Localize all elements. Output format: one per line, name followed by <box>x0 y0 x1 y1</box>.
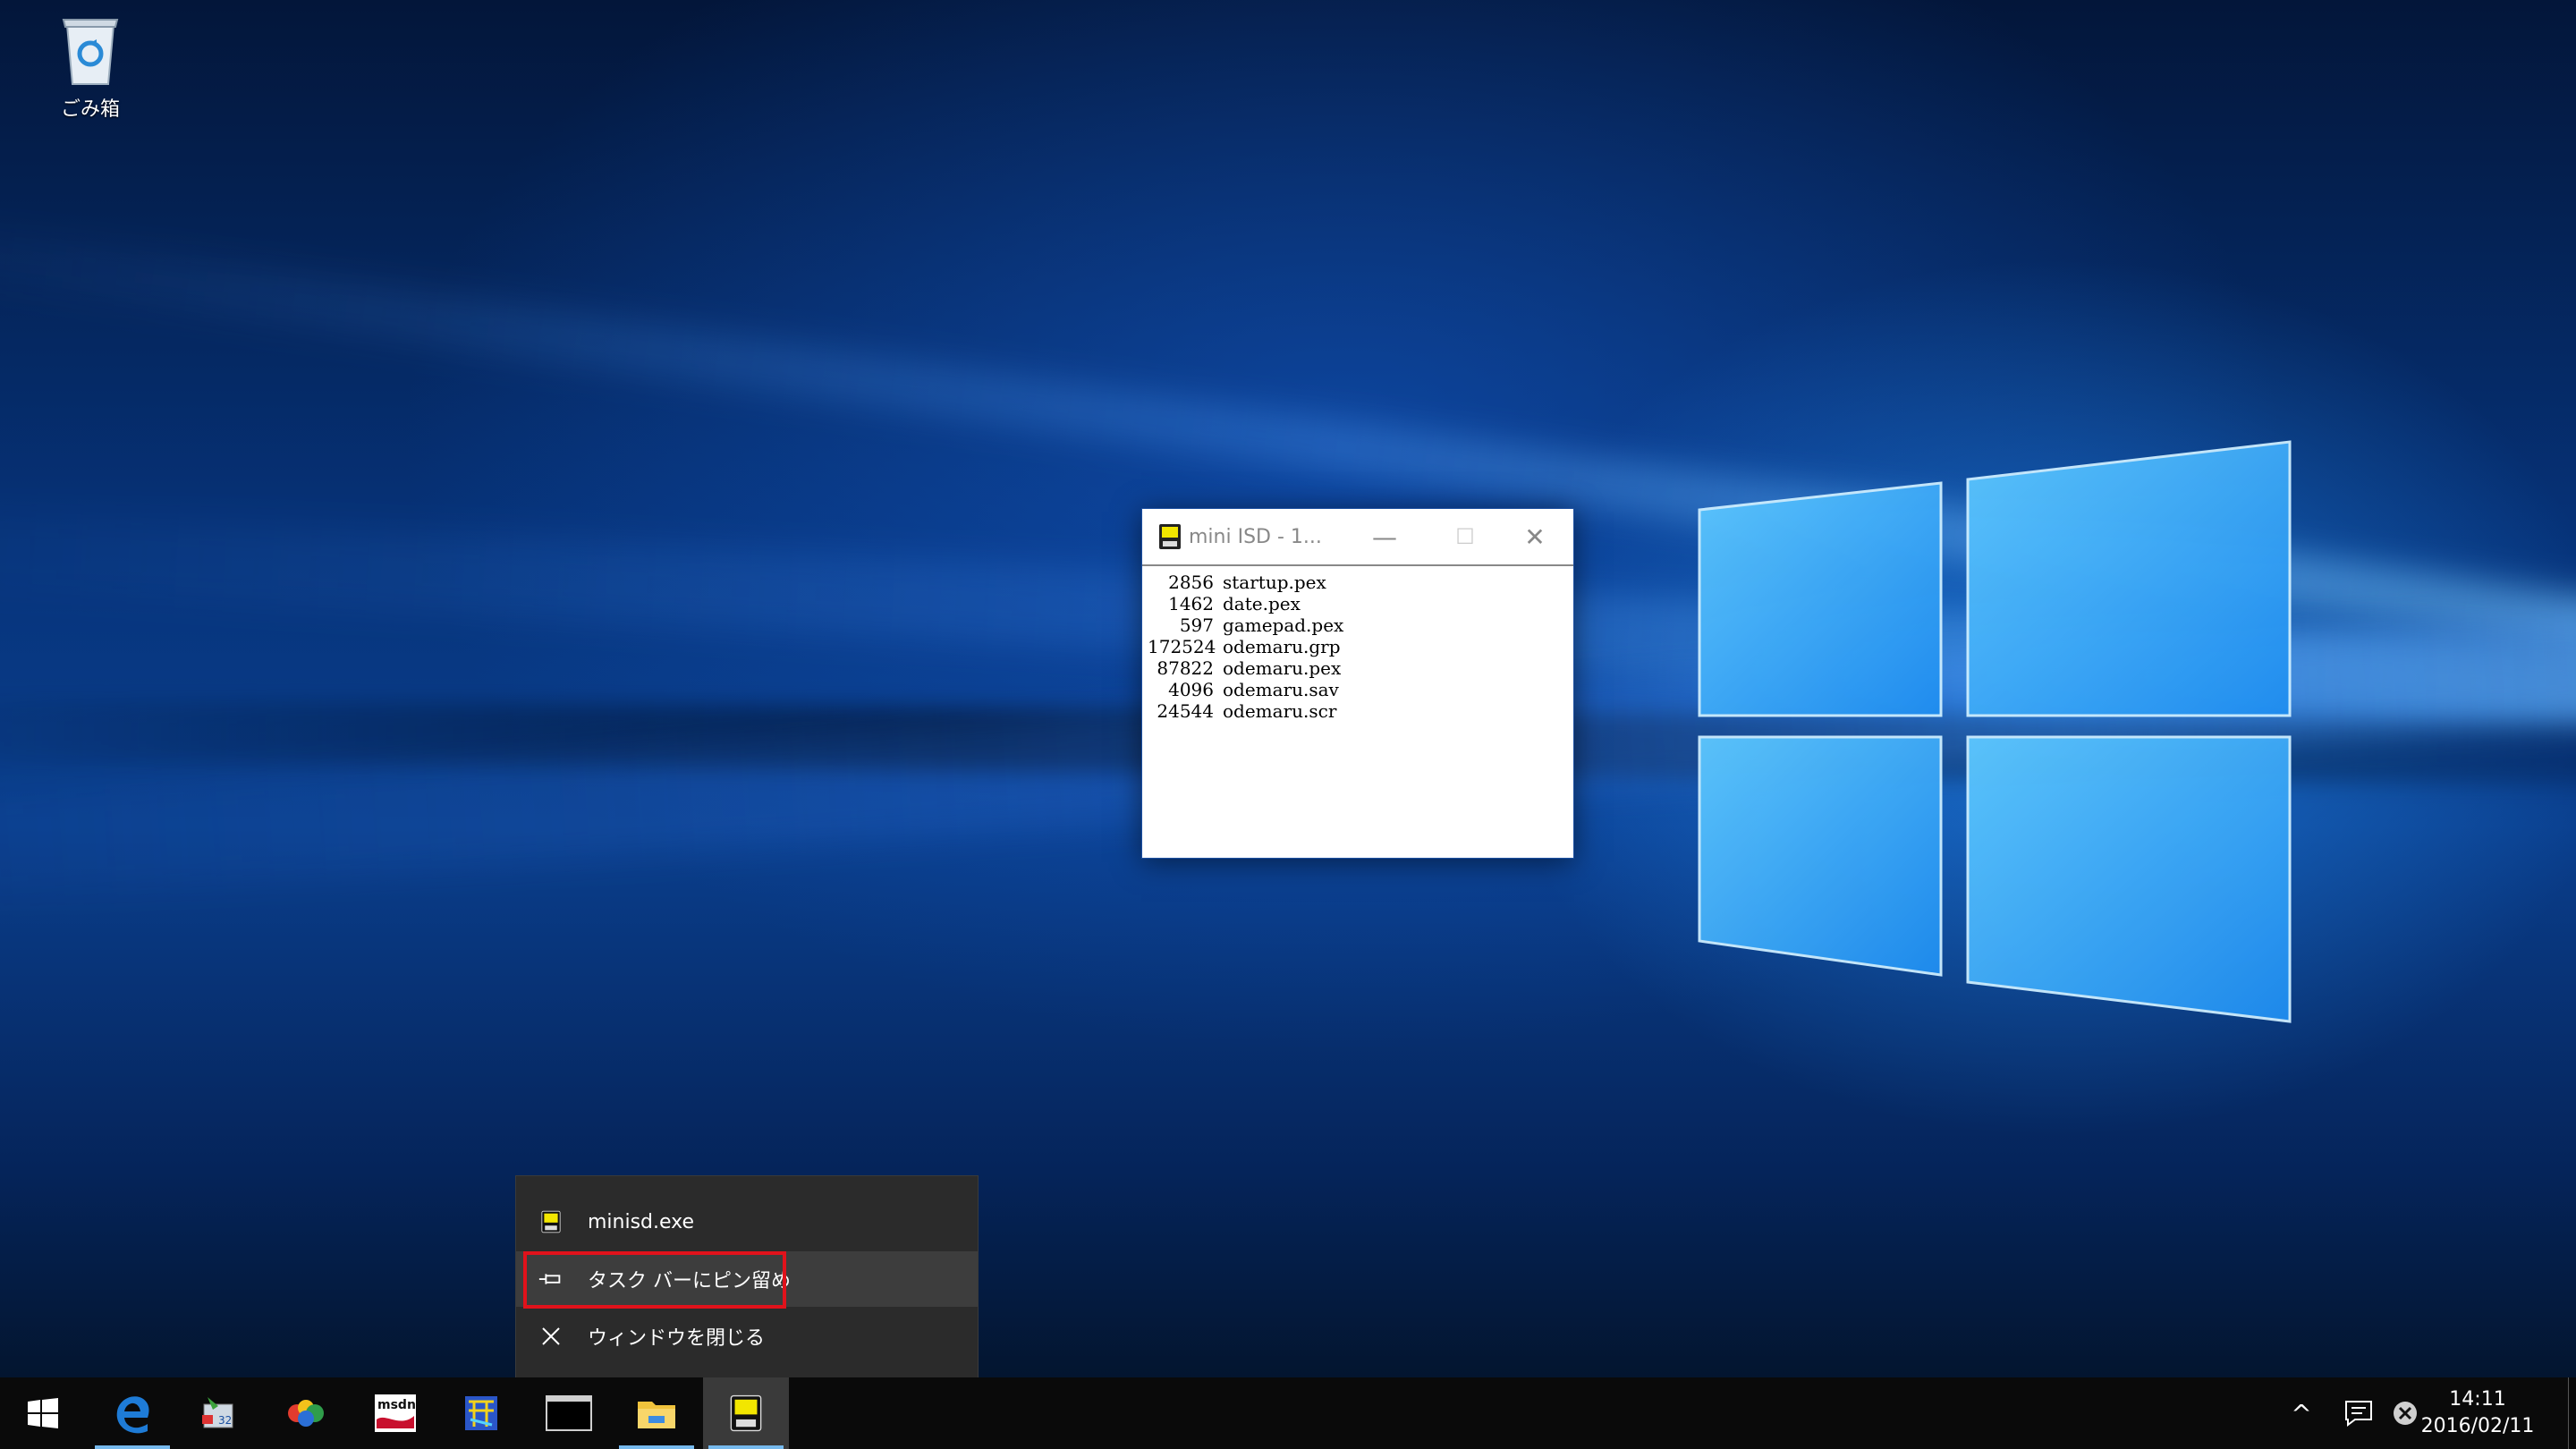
taskbar-msdn[interactable]: msdn <box>352 1377 438 1449</box>
taskbar-jumplist: minisd.exe タスク バーにピン留め ウィンドウを閉じる <box>515 1175 979 1377</box>
file-name: odemaru.grp <box>1223 636 1341 657</box>
taskbar-colorful-app[interactable] <box>263 1377 349 1449</box>
file-row: 2856 startup.pex <box>1148 572 1573 593</box>
file-name: startup.pex <box>1223 572 1326 593</box>
desktop-background: ごみ箱 mini ISD - 1... — ☐ ✕ 2856 startup.pe… <box>0 0 2576 1377</box>
tray-overflow-chevron[interactable]: ^ <box>2279 1377 2324 1449</box>
file-size: 597 <box>1179 614 1214 636</box>
svg-text:32: 32 <box>218 1414 232 1427</box>
svg-text:msdn: msdn <box>377 1398 416 1412</box>
file-row: 172524 odemaru.grp <box>1148 636 1573 657</box>
taskbar-edge[interactable] <box>89 1377 175 1449</box>
file-list: 2856 startup.pex 1462 date.pex 597 gamepad.… <box>1142 566 1573 722</box>
file-row: 1462 date.pex <box>1148 593 1573 614</box>
taskbar-blue-app[interactable] <box>438 1377 524 1449</box>
app-32-icon: 32 <box>202 1397 233 1428</box>
file-name: odemaru.scr <box>1223 700 1337 722</box>
start-windows-icon <box>28 1398 58 1428</box>
console-icon <box>546 1395 592 1431</box>
mini-isd-window[interactable]: mini ISD - 1... — ☐ ✕ 2856 startup.pex 14… <box>1141 508 1574 859</box>
close-icon <box>538 1326 564 1346</box>
recycle-bin-icon <box>62 19 119 85</box>
file-name: odemaru.pex <box>1223 657 1342 679</box>
desktop-icon-recycle-bin[interactable]: ごみ箱 <box>50 11 131 122</box>
msdn-icon: msdn <box>375 1394 416 1432</box>
jumplist-item-close-window[interactable]: ウィンドウを閉じる <box>516 1309 978 1364</box>
file-size: 2856 <box>1168 572 1214 593</box>
file-size: 4096 <box>1168 679 1214 700</box>
file-size: 24544 <box>1157 700 1214 722</box>
taskbar: 32 msdn ^ 14:11 2016/02/11 <box>0 1377 2576 1449</box>
windows-logo-wallpaper <box>1698 440 2292 1023</box>
file-row: 24544 odemaru.scr <box>1148 700 1573 722</box>
clock-time: 14:11 <box>2449 1388 2506 1411</box>
edge-browser-icon <box>116 1396 149 1434</box>
red-highlight-box <box>523 1251 786 1309</box>
minimize-button[interactable]: — <box>1344 509 1425 564</box>
minisd-app-icon <box>730 1394 762 1432</box>
colorful-app-icon <box>288 1400 324 1427</box>
taskbar-app-32[interactable]: 32 <box>175 1377 261 1449</box>
file-name: odemaru.sav <box>1223 679 1339 700</box>
jumplist-item-app[interactable]: minisd.exe <box>516 1194 978 1250</box>
jumplist-item-label: minisd.exe <box>588 1210 695 1233</box>
file-size: 87822 <box>1157 657 1214 679</box>
desktop-icon-label: ごみ箱 <box>60 98 120 121</box>
minisd-app-icon <box>538 1209 564 1234</box>
file-explorer-icon <box>638 1402 675 1428</box>
action-center-icon <box>2345 1401 2372 1427</box>
blue-app-icon <box>465 1396 497 1430</box>
taskbar-console[interactable] <box>526 1377 612 1449</box>
clock-date: 2016/02/11 <box>2420 1415 2535 1437</box>
show-desktop-button[interactable] <box>2568 1377 2576 1449</box>
start-button[interactable] <box>0 1377 86 1449</box>
window-title: mini ISD - 1... <box>1189 525 1322 548</box>
file-name: date.pex <box>1223 593 1301 614</box>
taskbar-file-explorer[interactable] <box>614 1377 699 1449</box>
file-row: 4096 odemaru.sav <box>1148 679 1573 700</box>
taskbar-minisd[interactable] <box>703 1377 789 1449</box>
window-titlebar[interactable]: mini ISD - 1... — ☐ ✕ <box>1142 509 1573 566</box>
action-center-button[interactable] <box>2336 1377 2381 1449</box>
maximize-button[interactable]: ☐ <box>1425 509 1505 564</box>
file-row: 597 gamepad.pex <box>1148 614 1573 636</box>
file-name: gamepad.pex <box>1223 614 1344 636</box>
close-button[interactable]: ✕ <box>1495 509 1575 564</box>
file-size: 1462 <box>1168 593 1214 614</box>
file-row: 87822 odemaru.pex <box>1148 657 1573 679</box>
file-size: 172524 <box>1148 636 1216 657</box>
taskbar-clock[interactable]: 14:11 2016/02/11 <box>2415 1377 2540 1449</box>
minisd-app-icon <box>1159 524 1181 549</box>
jumplist-item-label: ウィンドウを閉じる <box>588 1327 766 1350</box>
